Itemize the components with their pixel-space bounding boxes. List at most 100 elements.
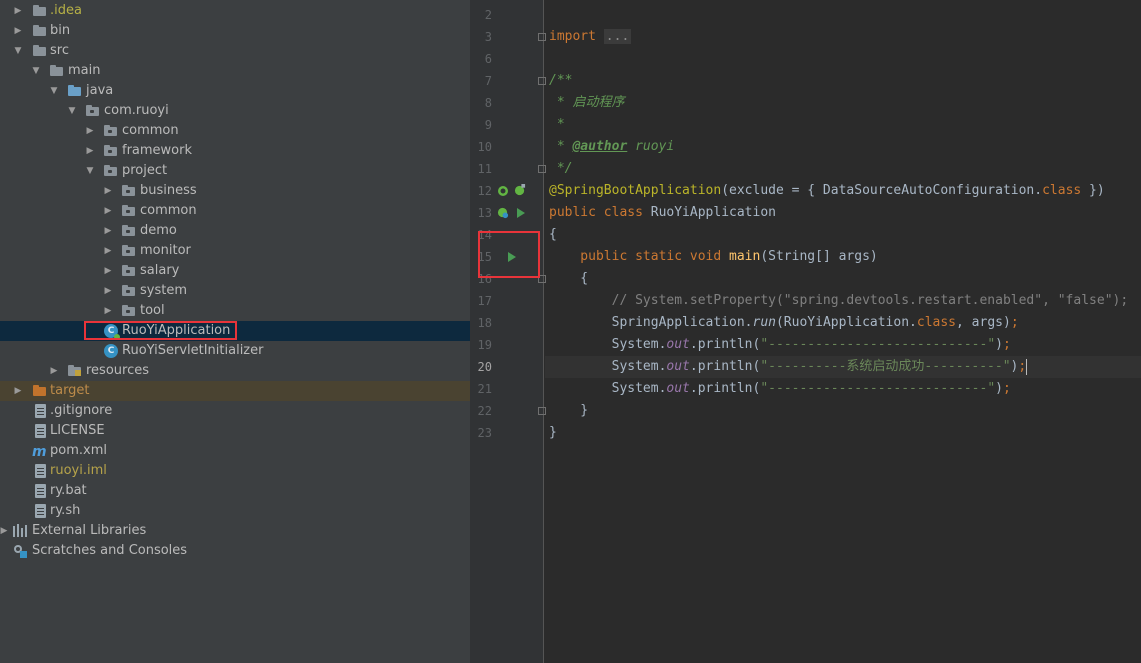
code-token: main bbox=[729, 249, 761, 264]
code-line-11: */ bbox=[549, 161, 573, 176]
fold-icon[interactable] bbox=[538, 407, 546, 415]
code-token: ; bbox=[1010, 315, 1019, 330]
tree-item-ruoyi-servlet-initializer[interactable]: C RuoYiServletInitializer bbox=[0, 341, 470, 361]
code-editor[interactable]: import ... /** * 启动程序 * * @author ruoyi … bbox=[549, 0, 1141, 663]
tree-item-pom[interactable]: m pom.xml bbox=[0, 441, 470, 461]
folder-icon bbox=[33, 4, 48, 18]
tree-item-demo[interactable]: ▶ demo bbox=[0, 221, 470, 241]
chevron-right-icon[interactable]: ▶ bbox=[102, 201, 114, 221]
tree-item-label: common bbox=[122, 123, 179, 138]
package-icon bbox=[122, 264, 137, 278]
tree-item-ry-sh[interactable]: ry.sh bbox=[0, 501, 470, 521]
text-caret bbox=[1026, 358, 1028, 375]
line-number: 10 bbox=[477, 140, 492, 154]
line-number: 22 bbox=[477, 404, 492, 418]
tree-item-bin[interactable]: ▶ bin bbox=[0, 21, 470, 41]
tree-item-label: ruoyi.iml bbox=[50, 463, 107, 478]
tree-item-common-2[interactable]: ▶ common bbox=[0, 201, 470, 221]
chevron-down-icon[interactable]: ▼ bbox=[30, 61, 42, 81]
tree-item-label: framework bbox=[122, 143, 193, 158]
folded-imports[interactable]: ... bbox=[603, 29, 632, 44]
tree-item-label: .gitignore bbox=[50, 403, 113, 418]
chevron-down-icon[interactable]: ▼ bbox=[48, 81, 60, 101]
chevron-right-icon[interactable]: ▶ bbox=[102, 261, 114, 281]
tree-item-label: salary bbox=[140, 263, 180, 278]
chevron-right-icon[interactable]: ▶ bbox=[102, 221, 114, 241]
code-line-20: System.out.println("----------系统启动成功----… bbox=[549, 356, 1028, 378]
chevron-down-icon[interactable]: ▼ bbox=[12, 41, 24, 61]
tree-item-gitignore[interactable]: .gitignore bbox=[0, 401, 470, 421]
package-icon bbox=[122, 284, 137, 298]
line-number: 18 bbox=[477, 316, 492, 330]
tree-item-scratches[interactable]: Scratches and Consoles bbox=[0, 541, 470, 561]
tree-item-label: bin bbox=[50, 23, 71, 38]
tree-item-target[interactable]: ▶ target bbox=[0, 381, 470, 401]
tree-item-project[interactable]: ▼ project bbox=[0, 161, 470, 181]
tree-item-external-libraries[interactable]: ▶ External Libraries bbox=[0, 521, 470, 541]
tree-item-system[interactable]: ▶ system bbox=[0, 281, 470, 301]
code-line-7: /** bbox=[549, 73, 573, 88]
package-icon bbox=[104, 144, 119, 158]
package-icon bbox=[104, 124, 119, 138]
chevron-right-icon[interactable]: ▶ bbox=[102, 281, 114, 301]
tree-item-business[interactable]: ▶ business bbox=[0, 181, 470, 201]
line-number: 3 bbox=[484, 30, 492, 44]
spring-config-icon[interactable] bbox=[514, 184, 526, 196]
line-number: 11 bbox=[477, 162, 492, 176]
chevron-right-icon[interactable]: ▶ bbox=[102, 181, 114, 201]
tree-item-salary[interactable]: ▶ salary bbox=[0, 261, 470, 281]
tree-item-ruoyi-iml[interactable]: ruoyi.iml bbox=[0, 461, 470, 481]
spring-bean-icon[interactable] bbox=[497, 185, 509, 197]
package-icon bbox=[104, 164, 119, 178]
package-icon bbox=[86, 104, 101, 118]
code-token: @SpringBootApplication bbox=[549, 183, 722, 198]
package-icon bbox=[122, 204, 137, 218]
tree-item-label: project bbox=[122, 163, 168, 178]
chevron-right-icon[interactable]: ▶ bbox=[102, 301, 114, 321]
tree-item-src[interactable]: ▼ src bbox=[0, 41, 470, 61]
code-token: ) bbox=[995, 381, 1003, 396]
tree-item-resources[interactable]: ▶ resources bbox=[0, 361, 470, 381]
code-token: out bbox=[666, 359, 690, 374]
chevron-right-icon[interactable]: ▶ bbox=[0, 521, 10, 541]
chevron-right-icon[interactable]: ▶ bbox=[102, 241, 114, 261]
chevron-right-icon[interactable]: ▶ bbox=[12, 381, 24, 401]
run-icon[interactable] bbox=[517, 208, 525, 218]
fold-icon[interactable] bbox=[538, 33, 546, 41]
module-file-icon bbox=[35, 464, 46, 478]
tree-item-label: External Libraries bbox=[32, 523, 147, 538]
fold-icon[interactable] bbox=[538, 77, 546, 85]
tree-item-framework[interactable]: ▶ framework bbox=[0, 141, 470, 161]
line-number: 9 bbox=[484, 118, 492, 132]
tree-item-license[interactable]: LICENSE bbox=[0, 421, 470, 441]
chevron-right-icon[interactable]: ▶ bbox=[12, 1, 24, 21]
tree-item-idea[interactable]: ▶ .idea bbox=[0, 1, 470, 21]
code-line-8: * 启动程序 bbox=[549, 95, 625, 110]
tree-item-label: main bbox=[68, 63, 101, 78]
tree-item-monitor[interactable]: ▶ monitor bbox=[0, 241, 470, 261]
code-line-15: public static void main(String[] args) bbox=[549, 246, 877, 268]
tree-item-ry-bat[interactable]: ry.bat bbox=[0, 481, 470, 501]
fold-icon[interactable] bbox=[538, 165, 546, 173]
spring-boot-icon[interactable] bbox=[497, 207, 509, 219]
tree-item-main[interactable]: ▼ main bbox=[0, 61, 470, 81]
tree-item-com-ruoyi[interactable]: ▼ com.ruoyi bbox=[0, 101, 470, 121]
chevron-down-icon[interactable]: ▼ bbox=[66, 101, 78, 121]
folder-icon bbox=[33, 24, 48, 38]
tree-item-common[interactable]: ▶ common bbox=[0, 121, 470, 141]
code-token: (exclude = { DataSourceAutoConfiguration… bbox=[721, 183, 1043, 198]
code-token: @author bbox=[572, 139, 628, 154]
line-number: 13 bbox=[477, 206, 492, 220]
code-token: class bbox=[1042, 183, 1082, 198]
chevron-right-icon[interactable]: ▶ bbox=[84, 121, 96, 141]
tree-item-tool[interactable]: ▶ tool bbox=[0, 301, 470, 321]
line-number: 2 bbox=[484, 8, 492, 22]
chevron-right-icon[interactable]: ▶ bbox=[84, 141, 96, 161]
chevron-down-icon[interactable]: ▼ bbox=[84, 161, 96, 181]
tree-item-label: .idea bbox=[50, 3, 82, 18]
chevron-right-icon[interactable]: ▶ bbox=[48, 361, 60, 381]
java-class-icon: C bbox=[104, 344, 118, 358]
code-token: System. bbox=[549, 381, 667, 396]
tree-item-java[interactable]: ▼ java bbox=[0, 81, 470, 101]
chevron-right-icon[interactable]: ▶ bbox=[12, 21, 24, 41]
